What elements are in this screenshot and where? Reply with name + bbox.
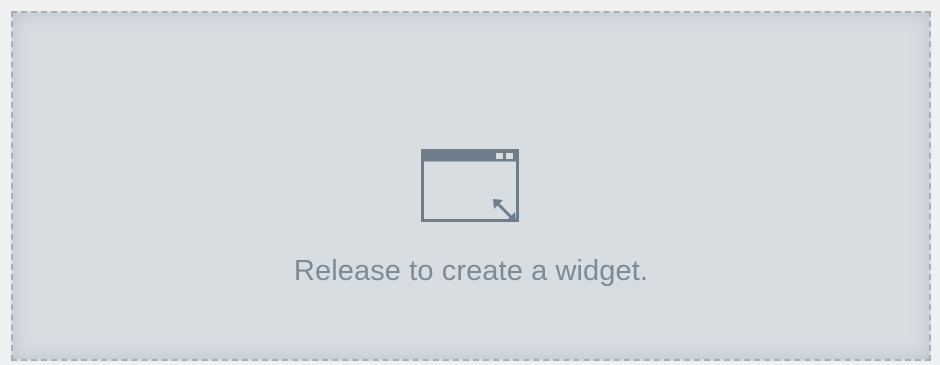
dashboard-stage: Release to create a widget.: [0, 0, 940, 365]
drop-zone-content: Release to create a widget.: [13, 149, 929, 286]
widget-window-resize-icon: [421, 149, 519, 222]
drop-hint-text: Release to create a widget.: [293, 255, 649, 287]
widget-drop-zone[interactable]: Release to create a widget.: [11, 11, 931, 361]
